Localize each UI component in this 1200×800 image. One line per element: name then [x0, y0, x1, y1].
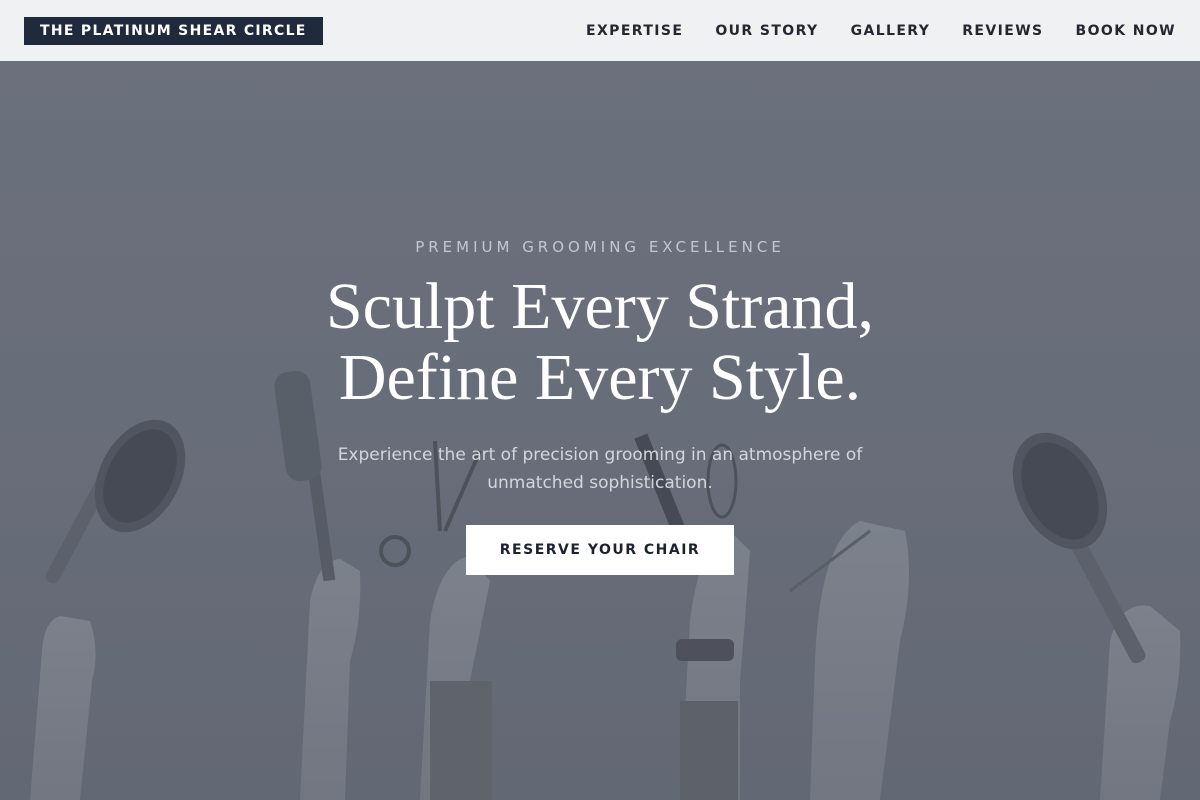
main-nav: EXPERTISE OUR STORY GALLERY REVIEWS BOOK…: [554, 23, 1176, 39]
nav-link-book-now[interactable]: BOOK NOW: [1076, 23, 1176, 39]
hero-headline-line-2: Define Every Style.: [338, 341, 862, 414]
hero-subtext: Experience the art of precision grooming…: [337, 445, 863, 493]
nav-link-gallery[interactable]: GALLERY: [851, 23, 931, 39]
nav-link-expertise[interactable]: EXPERTISE: [586, 23, 683, 39]
reserve-chair-button[interactable]: RESERVE YOUR CHAIR: [466, 525, 734, 575]
top-navbar: THE PLATINUM SHEAR CIRCLE EXPERTISE OUR …: [0, 0, 1200, 61]
brand-logo[interactable]: THE PLATINUM SHEAR CIRCLE: [24, 16, 323, 45]
hero-eyebrow: PREMIUM GROOMING EXCELLENCE: [415, 238, 785, 256]
nav-link-reviews[interactable]: REVIEWS: [962, 23, 1043, 39]
hero-headline: Sculpt Every Strand, Define Every Style.: [0, 271, 1200, 413]
nav-link-our-story[interactable]: OUR STORY: [715, 23, 818, 39]
hero-headline-line-1: Sculpt Every Strand,: [325, 270, 875, 343]
hero-section: PREMIUM GROOMING EXCELLENCE Sculpt Every…: [0, 61, 1200, 800]
hero-background-image: [0, 61, 1200, 800]
